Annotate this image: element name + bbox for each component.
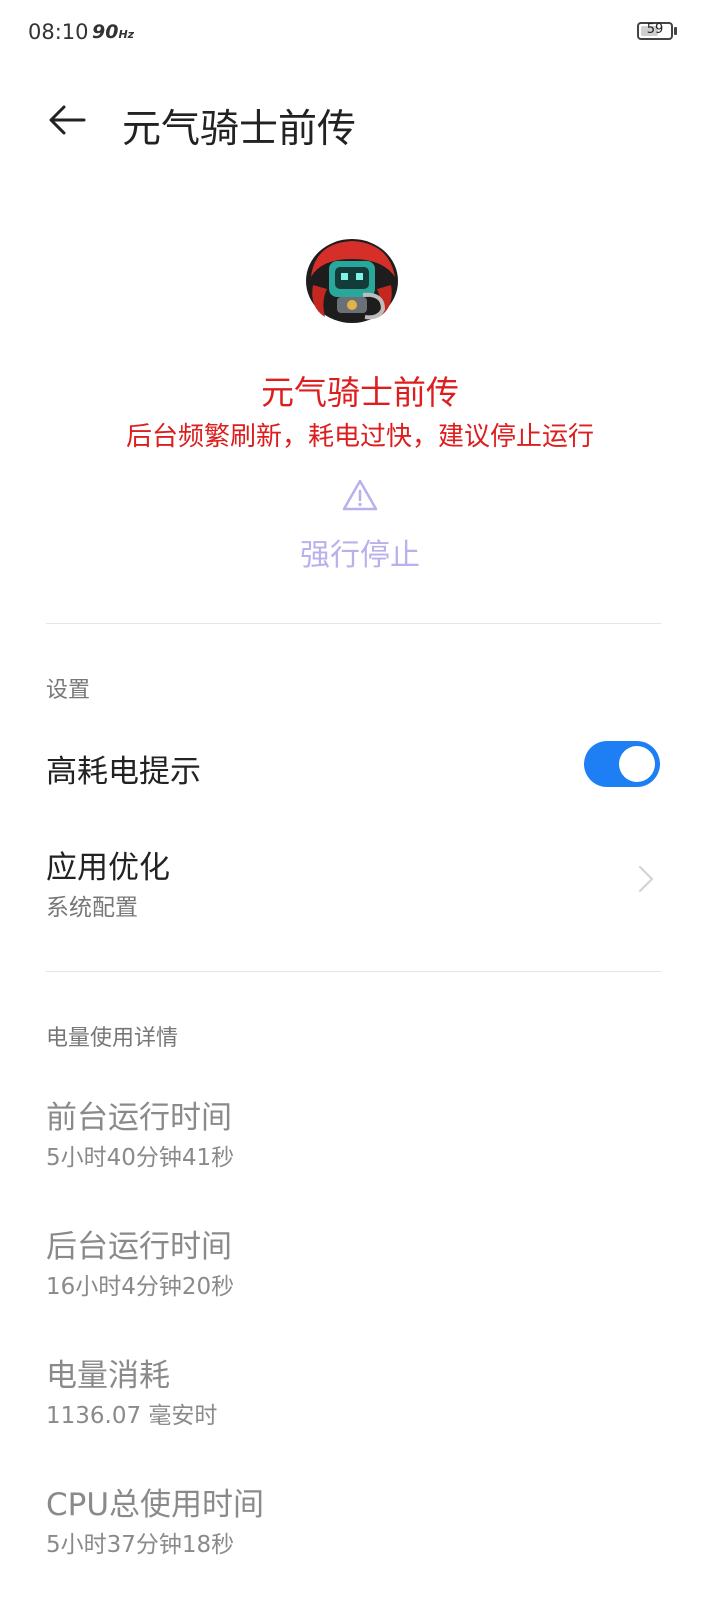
back-button[interactable] <box>44 98 94 148</box>
foreground-time-value: 5小时40分钟41秒 <box>46 1145 235 1171</box>
battery-tip <box>674 27 677 35</box>
warning-triangle-icon <box>342 479 378 511</box>
chevron-right-icon <box>632 862 660 896</box>
foreground-time-label: 前台运行时间 <box>46 1100 232 1136</box>
app-optimization-value: 系统配置 <box>46 895 138 921</box>
battery-icon: 59 <box>637 22 673 40</box>
app-optimization-label: 应用优化 <box>46 850 170 886</box>
power-consumption-label: 电量消耗 <box>46 1358 170 1394</box>
force-stop-label: 强行停止 <box>300 538 420 573</box>
refresh-rate-indicator: 90Hz <box>92 21 134 43</box>
high-power-alert-label: 高耗电提示 <box>46 754 201 790</box>
app-icon <box>303 237 401 325</box>
usage-section-label: 电量使用详情 <box>46 1026 179 1051</box>
force-stop-button[interactable]: 强行停止 <box>260 478 460 573</box>
background-time-label: 后台运行时间 <box>46 1229 232 1265</box>
power-warning-text: 后台频繁刷新，耗电过快，建议停止运行 <box>125 422 594 452</box>
knight-robot-icon <box>306 239 398 323</box>
status-time: 08:10 <box>28 20 89 44</box>
divider <box>46 971 661 972</box>
cpu-time-label: CPU总使用时间 <box>46 1487 265 1523</box>
app-name: 元气骑士前传 <box>261 373 459 412</box>
status-bar: 08:10 90Hz 59 <box>0 0 720 64</box>
toggle-knob <box>619 746 655 782</box>
arrow-left-icon <box>49 105 86 135</box>
page-title: 元气骑士前传 <box>122 107 357 152</box>
high-power-alert-toggle[interactable] <box>584 741 660 787</box>
app-bar: 元气骑士前传 <box>0 80 720 170</box>
refresh-rate-unit: Hz <box>118 28 135 41</box>
background-time-value: 16小时4分钟20秒 <box>46 1274 235 1300</box>
settings-section-label: 设置 <box>46 678 91 703</box>
divider <box>46 623 661 624</box>
battery-level: 59 <box>646 22 664 37</box>
cpu-time-value: 5小时37分钟18秒 <box>46 1532 235 1558</box>
power-consumption-value: 1136.07 毫安时 <box>46 1403 218 1429</box>
refresh-rate-value: 90 <box>92 21 119 43</box>
